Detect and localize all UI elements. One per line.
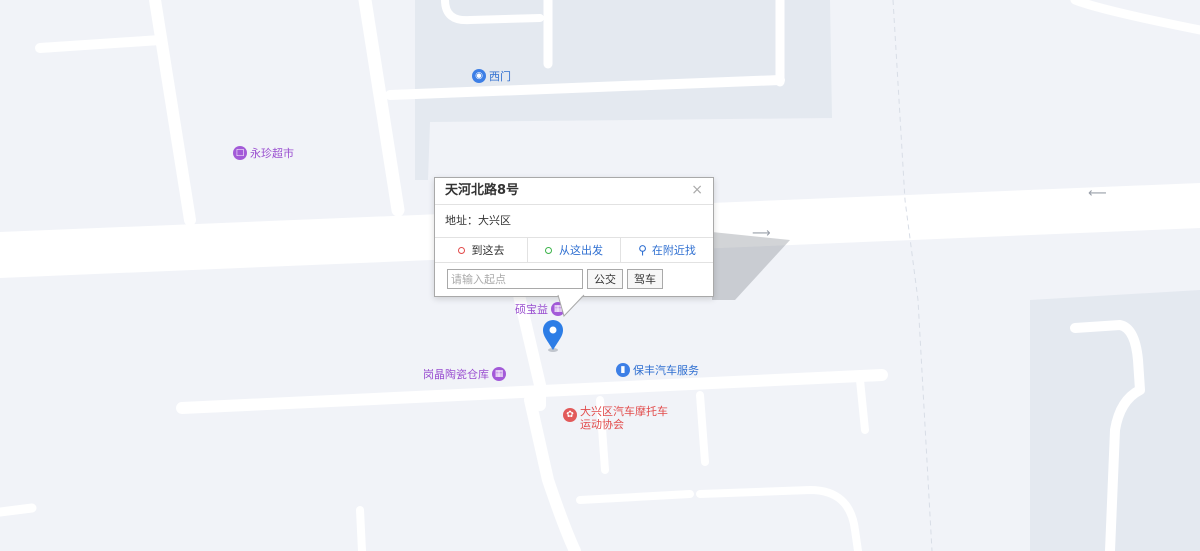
info-window-title: 天河北路8号 [435, 178, 713, 205]
address-value: 大兴区 [478, 214, 511, 227]
car-icon: ▮ [616, 363, 630, 377]
poi-label: 永珍超市 [250, 147, 294, 160]
road-direction-arrow-icon: ⟵ [1088, 186, 1107, 201]
address-label: 地址： [445, 214, 478, 227]
drive-button[interactable]: 驾车 [627, 269, 663, 289]
tab-label: 在附近找 [651, 244, 696, 257]
poi-label-line2: 运动协会 [580, 418, 624, 431]
poi-label-line1: 大兴区汽车摩托车 [580, 405, 668, 418]
shop-icon: ▦ [492, 367, 506, 381]
info-window-pointer [557, 294, 585, 317]
road-direction-arrow-icon: ⟶ [752, 226, 771, 241]
tab-label: 到这去 [471, 244, 505, 257]
poi-label: 西门 [489, 70, 511, 83]
tab-label: 从这出发 [559, 244, 603, 257]
poi-label: 岗晶陶瓷仓库 [423, 368, 489, 381]
tab-go-here[interactable]: 到这去 [435, 238, 527, 262]
info-window: 天河北路8号 × 地址：大兴区 到这去 从这出发 ⚲ 在附近找 公交 驾车 [434, 177, 714, 297]
poi-label: 硕宝益 [515, 303, 548, 316]
start-point-input[interactable] [447, 269, 583, 289]
poi-gangjing[interactable]: 岗晶陶瓷仓库 ▦ [420, 366, 506, 382]
poi-ximen[interactable]: ◉ 西门 [472, 68, 514, 84]
poi-baofeng[interactable]: ▮ 保丰汽车服务 [616, 362, 702, 378]
route-form: 公交 驾车 [435, 263, 713, 295]
transit-icon: ◉ [472, 69, 486, 83]
close-icon[interactable]: × [691, 182, 703, 198]
tab-start-here[interactable]: 从这出发 [527, 238, 620, 262]
poi-label: 保丰汽车服务 [633, 364, 699, 377]
address-row: 地址：大兴区 [435, 205, 713, 237]
shopping-cart-icon: □ [233, 146, 247, 160]
tab-search-nearby[interactable]: ⚲ 在附近找 [620, 238, 713, 262]
poi-yongzhen[interactable]: □ 永珍超市 [233, 145, 297, 161]
route-tabs: 到这去 从这出发 ⚲ 在附近找 [435, 237, 713, 263]
poi-motor-association[interactable]: ✿ 大兴区汽车摩托车 运动协会 [563, 405, 671, 431]
red-dot-icon [457, 246, 465, 254]
green-dot-icon [545, 246, 552, 254]
search-nearby-icon: ⚲ [638, 243, 647, 257]
sports-icon: ✿ [563, 408, 577, 422]
bus-button[interactable]: 公交 [587, 269, 623, 289]
